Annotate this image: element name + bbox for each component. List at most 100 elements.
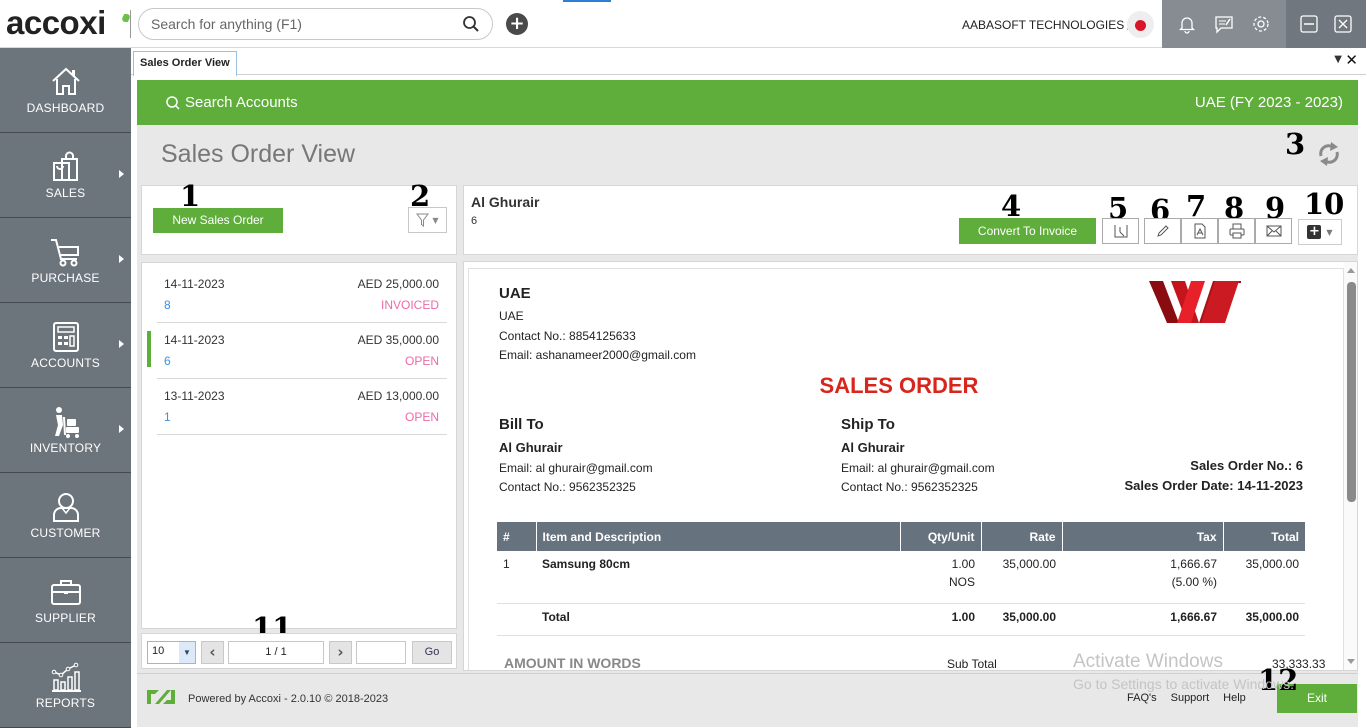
submenu-arrow-icon: [119, 170, 124, 178]
convert-to-invoice-button[interactable]: Convert To Invoice: [959, 218, 1096, 244]
bill-to-email: Email: al ghurair@gmail.com: [499, 461, 653, 475]
sidebar-item-purchase[interactable]: PURCHASE: [0, 218, 131, 303]
minimize-icon[interactable]: [1299, 14, 1319, 34]
company-avatar[interactable]: [1127, 11, 1154, 38]
sidebar: DASHBOARD SALES PURCHASE ACCOUNTS INVENT…: [0, 48, 131, 728]
divider: [130, 10, 131, 38]
tab-sales-order-view[interactable]: Sales Order View: [133, 51, 237, 76]
column-header: #: [497, 522, 537, 551]
top-bar: accoxi Search for anything (F1) + AABASO…: [0, 0, 1366, 48]
cell-item: Samsung 80cm: [536, 551, 900, 604]
column-header: Tax: [1062, 522, 1224, 551]
prev-page-button[interactable]: ‹: [201, 641, 224, 664]
sidebar-label: REPORTS: [35, 696, 96, 710]
close-tab-icon[interactable]: ✕: [1345, 51, 1358, 69]
scroll-thumb[interactable]: [1347, 282, 1356, 502]
scroll-up-icon[interactable]: [1347, 268, 1355, 273]
chevron-down-icon: ▼: [179, 642, 195, 663]
refresh-icon[interactable]: [1315, 138, 1343, 170]
list-item[interactable]: 14-11-2023 AED 35,000.00 6 OPEN: [147, 323, 447, 379]
edit-button[interactable]: [1144, 218, 1181, 244]
close-icon[interactable]: [1333, 14, 1353, 34]
items-table: # Item and Description Qty/Unit Rate Tax…: [497, 522, 1305, 636]
order-date: 14-11-2023: [164, 277, 225, 291]
company-contact: Contact No.: 8854125633: [499, 329, 636, 343]
accoxi-footer-logo: [147, 690, 175, 704]
company-selector[interactable]: AABASOFT TECHNOLOGIES ▶: [962, 18, 1135, 32]
column-header: Total: [1223, 522, 1305, 551]
search-accounts-label: Search Accounts: [185, 94, 298, 111]
gear-icon[interactable]: [1251, 14, 1271, 34]
sidebar-item-sales[interactable]: SALES: [0, 133, 131, 218]
footer-links: FAQ's Support Help: [1127, 692, 1246, 704]
sub-total-label: Sub Total: [947, 657, 997, 671]
sidebar-item-inventory[interactable]: INVENTORY: [0, 388, 131, 473]
go-button[interactable]: Go: [412, 641, 452, 664]
page-size-select[interactable]: 10 ▼: [147, 641, 196, 664]
chat-icon[interactable]: [1214, 14, 1234, 34]
sidebar-item-reports[interactable]: REPORTS: [0, 643, 131, 728]
status-badge: OPEN: [404, 410, 439, 424]
history-button[interactable]: [1102, 218, 1139, 244]
sidebar-label: INVENTORY: [29, 441, 102, 455]
cell-rate: 35,000.00: [981, 551, 1062, 604]
print-icon: [1229, 223, 1244, 239]
order-amount: AED 35,000.00: [357, 333, 439, 347]
customer-name: Al Ghurair: [471, 194, 540, 210]
goto-page-input[interactable]: [356, 641, 406, 664]
sidebar-label: ACCOUNTS: [31, 356, 100, 370]
pdf-button[interactable]: [1181, 218, 1218, 244]
tab-list-dropdown-icon[interactable]: ▼: [1334, 54, 1342, 65]
sidebar-item-dashboard[interactable]: DASHBOARD: [0, 48, 131, 133]
sidebar-item-customer[interactable]: CUSTOMER: [0, 473, 131, 558]
main-content: Search Accounts UAE (FY 2023 - 2023) Sal…: [137, 80, 1358, 727]
cell-total: 35,000.00: [1223, 551, 1305, 604]
email-button[interactable]: [1255, 218, 1292, 244]
sidebar-label: SALES: [45, 186, 86, 200]
global-search-input[interactable]: Search for anything (F1): [138, 8, 493, 40]
sidebar-item-accounts[interactable]: ACCOUNTS: [0, 303, 131, 388]
bell-icon[interactable]: [1177, 14, 1197, 34]
powered-by-text: Powered by Accoxi - 2.0.10 © 2018-2023: [188, 693, 389, 705]
totals-tax: 1,666.67: [1062, 603, 1223, 636]
active-indicator: [563, 0, 611, 2]
filter-button[interactable]: ▼: [408, 207, 447, 233]
support-link[interactable]: Support: [1171, 692, 1210, 704]
clock-icon: [1114, 225, 1127, 238]
totals-row: Total 1.00 35,000.00 1,666.67 35,000.00: [497, 603, 1305, 636]
shopping-bag-icon: [52, 151, 78, 181]
mail-icon: [1266, 225, 1281, 237]
search-accounts-button[interactable]: Search Accounts: [165, 94, 298, 111]
bill-to-heading: Bill To: [499, 416, 544, 433]
order-number: 1: [164, 410, 171, 424]
totals-label: Total: [536, 603, 900, 636]
list-item[interactable]: 14-11-2023 AED 25,000.00 8 INVOICED: [157, 267, 447, 323]
faq-link[interactable]: FAQ's: [1127, 692, 1157, 704]
quick-add-icon[interactable]: +: [506, 13, 528, 35]
chevron-left-icon: ‹: [209, 643, 216, 661]
submenu-arrow-icon: [119, 425, 124, 433]
pagination: 10 ▼ ‹ 1 / 1 › Go: [141, 633, 457, 669]
sidebar-item-supplier[interactable]: SUPPLIER: [0, 558, 131, 643]
unit-value: NOS: [948, 575, 975, 589]
pdf-icon: [1194, 223, 1205, 239]
add-icon: +: [1307, 224, 1322, 239]
print-button[interactable]: [1218, 218, 1255, 244]
list-item[interactable]: 13-11-2023 AED 13,000.00 1 OPEN: [157, 379, 447, 435]
new-sales-order-button[interactable]: New Sales Order: [153, 208, 283, 233]
order-date: 13-11-2023: [164, 389, 225, 403]
help-link[interactable]: Help: [1223, 692, 1246, 704]
home-icon: [51, 67, 80, 95]
scroll-down-icon[interactable]: [1347, 659, 1355, 664]
search-icon[interactable]: [462, 15, 480, 33]
calculator-icon: [52, 322, 79, 352]
more-actions-button[interactable]: + ▼: [1298, 219, 1342, 245]
annotation-7: 7: [1186, 189, 1207, 223]
briefcase-icon: [50, 580, 81, 605]
order-detail-header: Al Ghurair 6 4 Convert To Invoice 5 6 7 …: [463, 185, 1358, 255]
fiscal-year-label: UAE (FY 2023 - 2023): [1194, 94, 1343, 111]
next-page-button[interactable]: ›: [329, 641, 352, 664]
chevron-right-icon: ›: [337, 643, 344, 661]
document-scrollbar[interactable]: [1344, 262, 1357, 670]
search-icon: [166, 95, 180, 110]
